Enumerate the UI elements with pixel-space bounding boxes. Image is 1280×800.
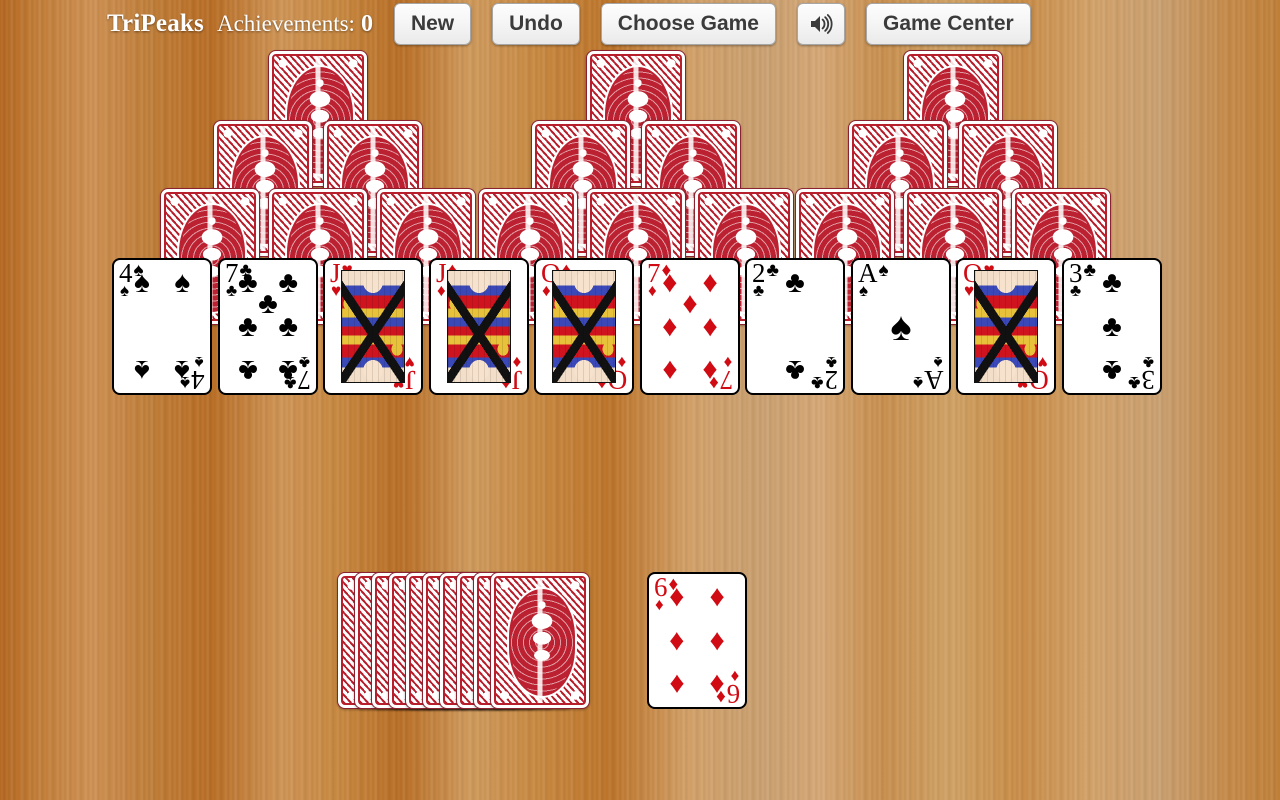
card-pip: ♣ [278, 265, 298, 299]
tableau-card-faceup[interactable]: 2 ♣ ♣ 2 ♣ ♣ ♣ ♣ [745, 258, 845, 395]
card-suit-symbol-small: ♥ [1037, 353, 1048, 372]
sound-toggle-button[interactable] [797, 2, 845, 45]
card-pip: ♣ [258, 286, 278, 320]
card-suit-symbol-small: ♦ [542, 281, 551, 300]
card-suit-symbol-small: ♦ [512, 353, 521, 372]
card-pips: ♠ [853, 260, 949, 393]
waste-top-card[interactable]: 6 ♦ ♦ 6 ♦ ♦ ♦ ♦ ♦ ♦ ♦ ♦ [647, 572, 747, 709]
game-center-button[interactable]: Game Center [866, 2, 1031, 45]
tableau-card-faceup[interactable]: 4 ♠ ♠ 4 ♠ ♠ ♠ ♠ ♠ ♠ [112, 258, 212, 395]
court-card-illustration [447, 270, 511, 383]
card-pip: ♦ [662, 354, 678, 388]
card-suit-symbol-small: ♦ [617, 353, 626, 372]
card-pip: ♦ [709, 623, 725, 657]
title-block: TriPeaks Achievements: 0 [107, 10, 373, 38]
card-pip: ♦ [702, 354, 718, 388]
card-pips: ♠ ♠ ♠ ♠ [114, 260, 210, 393]
card-pip: ♣ [278, 354, 298, 388]
card-suit-symbol-small: ♥ [964, 281, 975, 300]
tableau-card-faceup[interactable]: 3 ♣ ♣ 3 ♣ ♣ ♣ ♣ ♣ [1062, 258, 1162, 395]
toolbar: TriPeaks Achievements: 0 New Undo Choose… [0, 0, 1280, 47]
card-pips: ♦ ♦ ♦ ♦ ♦ ♦ ♦ [642, 260, 738, 393]
card-pip: ♦ [669, 623, 685, 657]
tableau-card-faceup[interactable]: 7 ♦ ♦ 7 ♦ ♦ ♦ ♦ ♦ ♦ ♦ ♦ ♦ [640, 258, 740, 395]
card-suit-symbol-small: ♥ [331, 281, 342, 300]
new-button[interactable]: New [393, 2, 472, 45]
court-card-illustration [552, 270, 616, 383]
court-card-illustration [974, 270, 1038, 383]
card-rank: J [405, 365, 416, 395]
undo-button[interactable]: Undo [492, 2, 580, 45]
card-pip: ♦ [702, 309, 718, 343]
tableau-card-faceup[interactable]: 7 ♣ ♣ 7 ♣ ♣ ♣ ♣ ♣ ♣ ♣ ♣ ♣ [218, 258, 318, 395]
card-pips: ♣ ♣ [747, 260, 843, 393]
card-pip: ♣ [237, 354, 258, 388]
card-pip: ♣ [785, 265, 805, 299]
card-pip: ♦ [709, 579, 725, 613]
card-pip: ♣ [1102, 309, 1122, 343]
card-rank: J [511, 365, 522, 395]
page-title: TriPeaks [107, 9, 204, 37]
card-pip: ♦ [669, 668, 685, 702]
card-pip: ♦ [662, 265, 678, 299]
court-card-illustration [341, 270, 405, 383]
card-pip: ♦ [662, 309, 678, 343]
card-pip: ♠ [133, 354, 150, 388]
card-pips: ♣ ♣ ♣ [1064, 260, 1160, 393]
card-pip: ♣ [1102, 354, 1122, 388]
card-pip: ♣ [1102, 265, 1122, 299]
card-pip: ♣ [278, 309, 298, 343]
card-pip: ♦ [682, 286, 698, 320]
card-suit-symbol-small: ♦ [437, 281, 446, 300]
tableau-card-faceup[interactable]: Q♥♥Q♥♥ [956, 258, 1056, 395]
achievements-value: 0 [360, 10, 373, 37]
card-pip: ♦ [702, 265, 718, 299]
card-pip: ♠ [174, 265, 191, 299]
card-pip: ♠ [174, 354, 191, 388]
speaker-on-icon [811, 13, 833, 34]
card-pip: ♦ [709, 668, 725, 702]
card-pip: ♣ [237, 309, 258, 343]
stock-card[interactable] [490, 572, 590, 709]
card-back-pattern [494, 576, 586, 705]
card-suit-symbol-small: ♥ [404, 353, 415, 372]
achievements-label: Achievements: [216, 10, 355, 36]
tableau-card-faceup[interactable]: J♦♦J♦♦ [429, 258, 529, 395]
card-pip: ♠ [133, 265, 150, 299]
card-pips: ♦ ♦ ♦ ♦ ♦ ♦ [649, 574, 745, 707]
tableau-card-faceup[interactable]: J♥♥J♥♥ [323, 258, 423, 395]
tableau-card-faceup[interactable]: Q♦♦Q♦♦ [534, 258, 634, 395]
card-pips: ♣ ♣ ♣ ♣ ♣ ♣ ♣ [220, 260, 316, 393]
card-pip: ♣ [785, 354, 805, 388]
card-pip: ♣ [237, 265, 258, 299]
card-pip: ♠ [890, 303, 912, 349]
choose-game-button[interactable]: Choose Game [600, 2, 776, 45]
tableau-card-faceup[interactable]: A ♠ ♠ A ♠ ♠ ♠ [851, 258, 951, 395]
game-board: TriPeaks Achievements: 0 New Undo Choose… [0, 0, 1280, 800]
card-pip: ♦ [669, 579, 685, 613]
